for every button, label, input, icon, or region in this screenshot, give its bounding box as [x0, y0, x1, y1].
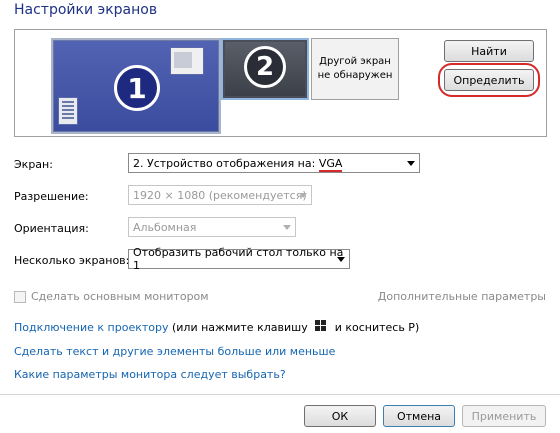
multiple-displays-label: Несколько экранов: [14, 254, 130, 267]
projector-hint-before: (или нажмите клавишу [168, 321, 312, 334]
apply-button[interactable]: Применить [462, 405, 546, 427]
footer-divider [0, 394, 560, 395]
chevron-down-icon [337, 257, 345, 262]
make-main-monitor-label: Сделать основным монитором [31, 290, 209, 303]
monitor-2[interactable]: 2 [221, 38, 309, 100]
monitor-preview-panel: 1 2 Другой экран не обнаружен Найти Опре… [14, 29, 547, 137]
projector-link[interactable]: Подключение к проектору [14, 321, 169, 334]
chevron-down-icon [407, 161, 415, 166]
resolution-value: 1920 × 1080 (рекомендуется) [133, 188, 307, 202]
cancel-button[interactable]: Отмена [383, 405, 455, 427]
projector-row: Подключение к проектору (или нажмите кла… [14, 320, 419, 334]
make-main-monitor-checkbox[interactable] [14, 290, 26, 303]
orientation-label: Ориентация: [14, 222, 89, 235]
screen-value-vga: VGA [318, 156, 343, 172]
make-main-monitor-row: Сделать основным монитором [14, 290, 209, 303]
identify-button[interactable]: Определить [444, 69, 534, 91]
find-button[interactable]: Найти [444, 40, 534, 62]
monitor-1[interactable]: 1 [51, 38, 221, 134]
orientation-value: Альбомная [133, 220, 197, 234]
taskbar-thumbnail-icon [58, 97, 78, 125]
not-found-line-1: Другой экран [319, 56, 391, 67]
window-thumbnail-icon [170, 47, 204, 75]
projector-hint-after: и коснитесь P) [331, 321, 420, 334]
text-size-link[interactable]: Сделать текст и другие элементы больше и… [14, 345, 335, 358]
monitor-1-number: 1 [114, 65, 160, 111]
multiple-displays-value: Отобразить рабочий стол только на 1 [133, 246, 344, 272]
page-title: Настройки экранов [14, 2, 158, 18]
chevron-down-icon [299, 193, 307, 198]
multiple-displays-select[interactable]: Отобразить рабочий стол только на 1 [128, 246, 350, 272]
orientation-select[interactable]: Альбомная [128, 217, 296, 237]
screen-select[interactable]: 2. Устройство отображения на: VGA [128, 153, 420, 173]
monitor-1-screen: 1 [53, 40, 219, 132]
advanced-settings-link[interactable]: Дополнительные параметры [378, 290, 546, 303]
resolution-select[interactable]: 1920 × 1080 (рекомендуется) [128, 185, 312, 205]
ok-button[interactable]: ОК [304, 405, 376, 427]
monitor-2-screen: 2 [225, 42, 305, 96]
screen-value-prefix: 2. Устройство отображения на: [133, 156, 319, 170]
windows-key-icon [315, 320, 327, 332]
monitor-params-link[interactable]: Какие параметры монитора следует выбрать… [14, 368, 286, 381]
chevron-down-icon [283, 225, 291, 230]
monitor-2-number: 2 [244, 46, 286, 88]
monitor-not-found: Другой экран не обнаружен [311, 38, 399, 100]
not-found-line-2: не обнаружен [317, 70, 393, 81]
screen-select-value: 2. Устройство отображения на: VGA [133, 156, 343, 172]
resolution-label: Разрешение: [14, 190, 89, 203]
screen-label: Экран: [14, 158, 53, 171]
